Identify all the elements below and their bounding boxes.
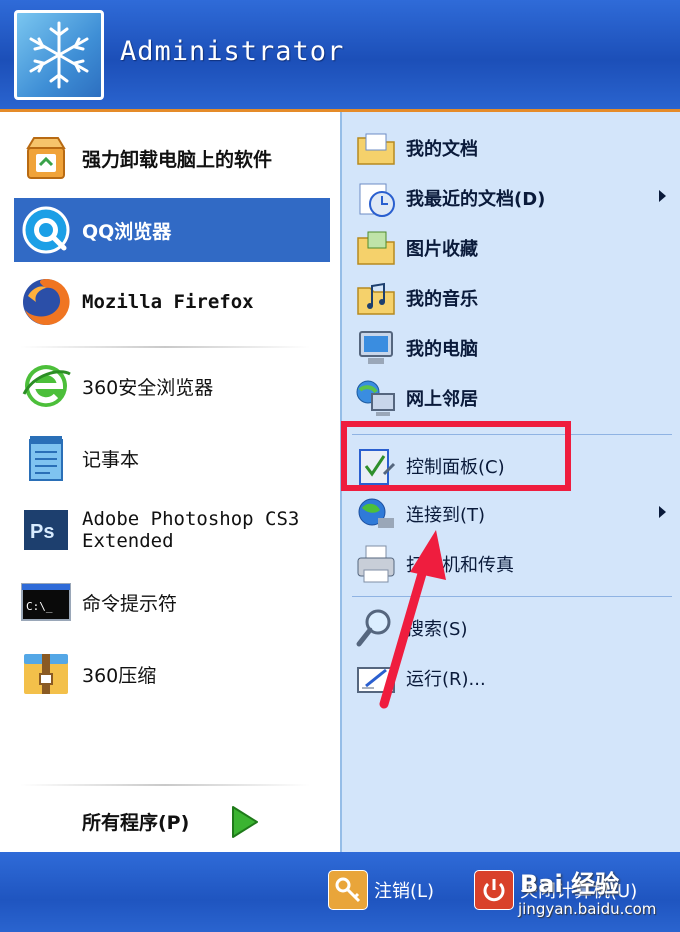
all-programs-label: 所有程序(P): [82, 812, 190, 834]
program-notepad[interactable]: 记事本: [14, 426, 330, 490]
folder-documents-icon: [354, 126, 398, 170]
program-photoshop[interactable]: Ps Adobe Photoshop CS3 Extended: [14, 498, 330, 562]
places-my-pictures[interactable]: 图片收藏: [354, 224, 674, 272]
connect-globe-icon: [354, 492, 398, 536]
places-my-computer[interactable]: 我的电脑: [354, 324, 674, 372]
command-prompt-icon: C:\_: [20, 576, 72, 628]
places-label: 网上邻居: [406, 389, 478, 410]
key-icon: [328, 870, 368, 910]
search-icon: [354, 606, 398, 650]
pinned-programs-pane: 强力卸载电脑上的软件 QQ浏览器 Mozilla Firefox 360安全浏览…: [0, 112, 340, 852]
places-printers-faxes[interactable]: 打印机和传真: [354, 540, 674, 588]
user-avatar[interactable]: [14, 10, 104, 100]
places-my-documents[interactable]: 我的文档: [354, 124, 674, 172]
360-zip-icon: [20, 648, 72, 700]
computer-icon: [354, 326, 398, 370]
places-label: 我的音乐: [406, 289, 478, 310]
folder-pictures-icon: [354, 226, 398, 270]
program-label: Mozilla Firefox: [82, 291, 254, 313]
places-my-music[interactable]: 我的音乐: [354, 274, 674, 322]
places-label: 我的文档: [406, 139, 478, 160]
program-label: 360压缩: [82, 664, 157, 687]
places-label: 我最近的文档(D): [406, 189, 546, 210]
submenu-arrow-icon: [659, 190, 666, 202]
logoff-label: 注销(L): [374, 881, 435, 902]
places-recent-documents[interactable]: 我最近的文档(D): [354, 174, 674, 222]
divider: [20, 346, 310, 348]
divider: [352, 596, 672, 597]
network-icon: [354, 376, 398, 420]
recent-documents-icon: [354, 176, 398, 220]
notepad-icon: [20, 432, 72, 484]
divider: [20, 784, 310, 786]
run-icon: [354, 656, 398, 700]
program-label-line2: Extended: [82, 530, 174, 552]
uninstall-box-icon: [20, 132, 72, 184]
start-menu: Administrator 强力卸载电脑上的软件 QQ浏览器 Mozilla F…: [0, 0, 680, 932]
program-label: Adobe Photoshop CS3 Extended: [82, 498, 299, 562]
baidu-watermark-logo: Bai 经验: [520, 870, 620, 898]
username: Administrator: [120, 36, 345, 67]
photoshop-icon: Ps: [20, 504, 72, 556]
all-programs-button[interactable]: 所有程序(P): [0, 792, 340, 852]
program-360-browser[interactable]: 360安全浏览器: [14, 354, 330, 418]
places-label: 我的电脑: [406, 339, 478, 360]
svg-text:C:\_: C:\_: [26, 600, 53, 613]
program-label: 360安全浏览器: [82, 376, 214, 399]
places-label: 连接到(T): [406, 505, 486, 526]
places-network[interactable]: 网上邻居: [354, 374, 674, 422]
baidu-watermark-url: jingyan.baidu.com: [518, 900, 657, 918]
program-command-prompt[interactable]: C:\_ 命令提示符: [14, 570, 330, 634]
places-label: 搜索(S): [406, 619, 468, 640]
submenu-arrow-icon: [659, 506, 666, 518]
snowflake-icon: [29, 21, 89, 89]
green-arrow-icon: [230, 804, 260, 840]
printer-icon: [354, 542, 398, 586]
firefox-icon: [20, 276, 72, 328]
places-label: 运行(R)...: [406, 669, 486, 690]
program-qq-browser[interactable]: QQ浏览器: [14, 198, 330, 262]
360-browser-icon: [20, 360, 72, 412]
svg-text:Ps: Ps: [30, 521, 54, 543]
places-label: 打印机和传真: [406, 555, 514, 576]
program-firefox[interactable]: Mozilla Firefox: [14, 270, 330, 334]
qq-browser-icon: [20, 204, 72, 256]
program-label: 强力卸载电脑上的软件: [82, 148, 273, 171]
folder-music-icon: [354, 276, 398, 320]
places-search[interactable]: 搜索(S): [354, 604, 674, 652]
logoff-button[interactable]: 注销(L): [328, 866, 434, 914]
program-uninstaller[interactable]: 强力卸载电脑上的软件: [14, 126, 330, 190]
program-label: QQ浏览器: [82, 220, 172, 243]
program-label: 记事本: [82, 448, 140, 471]
places-connect-to[interactable]: 连接到(T): [354, 490, 674, 538]
program-360-zip[interactable]: 360压缩: [14, 642, 330, 706]
start-menu-header: Administrator: [0, 0, 680, 112]
highlight-box: [341, 421, 571, 491]
places-label: 图片收藏: [406, 239, 478, 260]
power-icon: [474, 870, 514, 910]
program-label-line1: Adobe Photoshop CS3: [82, 508, 300, 530]
places-run[interactable]: 运行(R)...: [354, 654, 674, 702]
program-label: 命令提示符: [82, 592, 178, 615]
